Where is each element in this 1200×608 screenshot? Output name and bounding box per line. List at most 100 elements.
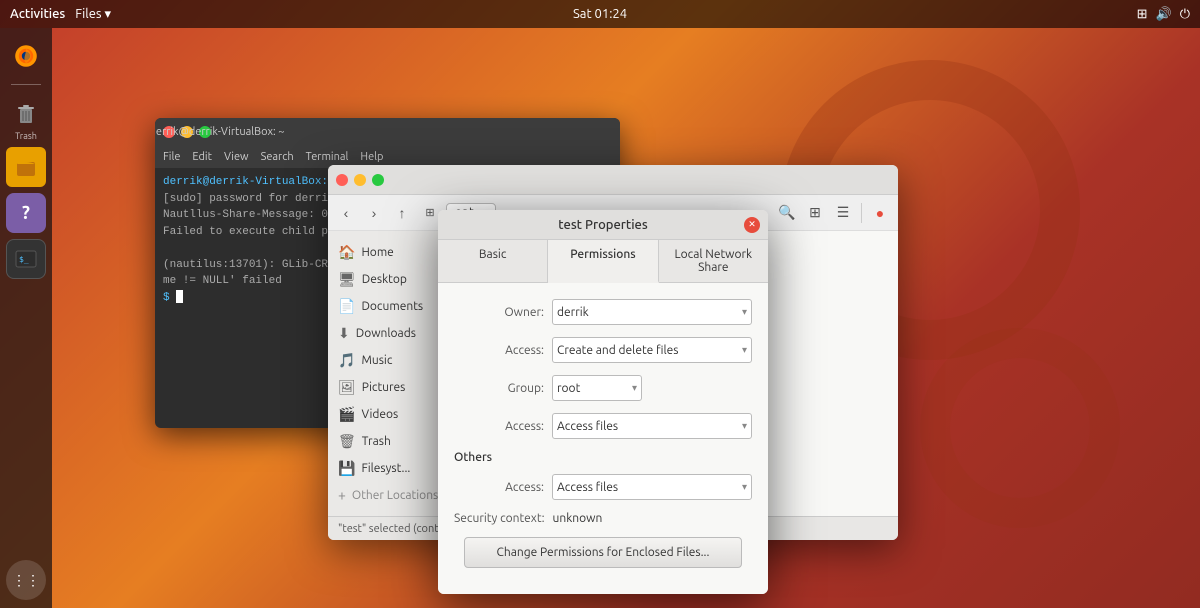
network-icon[interactable]: ⊞	[1137, 7, 1148, 22]
group-select[interactable]: root ▾	[552, 375, 642, 401]
dock-apps-button[interactable]: ⋮⋮	[6, 560, 46, 600]
props-close-btn[interactable]: ✕	[744, 217, 760, 233]
security-context-row: Security context: unknown	[454, 512, 752, 525]
sidebar-home-label: Home	[361, 246, 393, 259]
owner-access-value: Create and delete files	[557, 344, 678, 357]
tab-basic[interactable]: Basic	[438, 240, 548, 282]
dock-separator	[11, 84, 41, 85]
filesystem-icon: 💾	[338, 460, 355, 477]
owner-select[interactable]: derrik ▾	[552, 299, 752, 325]
fm-forward-btn[interactable]: ›	[362, 201, 386, 225]
sidebar-trash-icon: 🗑	[338, 433, 356, 450]
add-icon: +	[338, 487, 346, 503]
props-tabs: Basic Permissions Local Network Share	[438, 240, 768, 283]
filemanager-max-btn[interactable]	[372, 174, 384, 186]
sidebar-documents-label: Documents	[361, 300, 423, 313]
tab-permissions[interactable]: Permissions	[548, 240, 658, 283]
power-icon[interactable]: ⏻	[1180, 7, 1190, 22]
owner-dropdown-arrow: ▾	[742, 306, 747, 318]
topbar: Activities Files ▾ Sat 01:24 ⊞ 🔊 ⏻	[0, 0, 1200, 28]
topbar-right: ⊞ 🔊 ⏻	[1137, 7, 1190, 22]
sidebar-downloads-label: Downloads	[356, 327, 416, 340]
trash-icon	[14, 101, 38, 125]
sidebar-videos-label: Videos	[361, 408, 398, 421]
dock-trash[interactable]	[6, 93, 46, 133]
terminal-menu-edit[interactable]: Edit	[192, 151, 212, 163]
help-icon: ?	[22, 203, 30, 223]
dock: Trash ? $_ ⋮⋮	[0, 28, 52, 608]
filemanager-close-btn[interactable]	[336, 174, 348, 186]
others-access-row: Access: Access files ▾	[454, 474, 752, 500]
files-arrow: ▾	[105, 7, 112, 22]
terminal-menu-view[interactable]: View	[224, 151, 249, 163]
others-access-value: Access files	[557, 481, 618, 494]
filemanager-min-btn[interactable]	[354, 174, 366, 186]
owner-access-row: Access: Create and delete files ▾	[454, 337, 752, 363]
owner-access-select[interactable]: Create and delete files ▾	[552, 337, 752, 363]
terminal-menu-help[interactable]: Help	[360, 151, 383, 163]
svg-text:$_: $_	[19, 255, 29, 264]
home-icon: 🏠	[338, 244, 355, 261]
owner-value: derrik	[557, 306, 589, 319]
props-titlebar: test Properties ✕	[438, 210, 768, 240]
dock-files[interactable]	[6, 147, 46, 187]
tab-local-network-share[interactable]: Local Network Share	[659, 240, 768, 282]
sidebar-music-label: Music	[361, 354, 392, 367]
properties-dialog: test Properties ✕ Basic Permissions Loca…	[438, 210, 768, 594]
props-body: Owner: derrik ▾ Access: Create and delet…	[438, 283, 768, 594]
activities-button[interactable]: Activities	[10, 7, 65, 21]
fm-up-btn[interactable]: ↑	[390, 201, 414, 225]
files-menu[interactable]: Files ▾	[75, 7, 111, 22]
volume-icon[interactable]: 🔊	[1156, 7, 1172, 22]
props-title: test Properties	[558, 218, 647, 232]
music-icon: 🎵	[338, 352, 355, 369]
filemanager-titlebar	[328, 165, 898, 195]
sidebar-filesystem-label: Filesyst...	[361, 462, 410, 475]
owner-access-arrow: ▾	[742, 344, 747, 356]
topbar-left: Activities Files ▾	[10, 7, 111, 22]
change-permissions-btn[interactable]: Change Permissions for Enclosed Files...	[464, 537, 742, 568]
group-access-arrow: ▾	[742, 420, 747, 432]
fm-grid-view-btn[interactable]: ⊞	[803, 201, 827, 225]
dock-terminal[interactable]: $_	[6, 239, 46, 279]
desktop-icon: 🖥	[338, 271, 356, 288]
group-label: Group:	[454, 382, 544, 395]
group-access-select[interactable]: Access files ▾	[552, 413, 752, 439]
dock-trash-container: Trash	[6, 93, 46, 141]
downloads-icon: ⬇	[338, 325, 350, 342]
apps-grid-icon: ⋮⋮	[12, 572, 40, 589]
sidebar-pictures-label: Pictures	[362, 381, 406, 394]
others-access-arrow: ▾	[742, 481, 747, 493]
files-icon	[14, 155, 38, 179]
dock-firefox[interactable]	[6, 36, 46, 76]
dock-help[interactable]: ?	[6, 193, 46, 233]
pictures-icon: 🖼	[338, 379, 356, 396]
fm-list-view-btn[interactable]: ☰	[831, 201, 855, 225]
topbar-clock: Sat 01:24	[573, 7, 627, 21]
others-access-select[interactable]: Access files ▾	[552, 474, 752, 500]
sidebar-trash-label: Trash	[362, 435, 391, 448]
group-arrow: ▾	[632, 382, 637, 394]
group-access-label: Access:	[454, 420, 544, 433]
terminal-menu-file[interactable]: File	[163, 151, 180, 163]
bg-decoration-2	[920, 328, 1120, 528]
owner-row: Owner: derrik ▾	[454, 299, 752, 325]
owner-label: Owner:	[454, 306, 544, 319]
group-access-value: Access files	[557, 420, 618, 433]
terminal-menu-terminal[interactable]: Terminal	[306, 151, 349, 163]
terminal-menu-search[interactable]: Search	[261, 151, 294, 163]
security-context-label: Security context:	[454, 512, 545, 525]
security-context-value: unknown	[553, 512, 603, 525]
fm-search-btn[interactable]: 🔍	[775, 201, 799, 225]
other-locations-label: Other Locations	[352, 489, 438, 502]
group-row: Group: root ▾	[454, 375, 752, 401]
videos-icon: 🎬	[338, 406, 355, 423]
fm-menu-btn[interactable]: ●	[868, 201, 892, 225]
group-access-row: Access: Access files ▾	[454, 413, 752, 439]
others-access-label: Access:	[454, 481, 544, 494]
fm-back-btn[interactable]: ‹	[334, 201, 358, 225]
files-label: Files	[75, 7, 101, 21]
group-value: root	[557, 382, 580, 395]
terminal-titlebar: derrik@derrik-VirtualBox: ~	[155, 118, 620, 146]
others-section-title: Others	[454, 451, 752, 464]
